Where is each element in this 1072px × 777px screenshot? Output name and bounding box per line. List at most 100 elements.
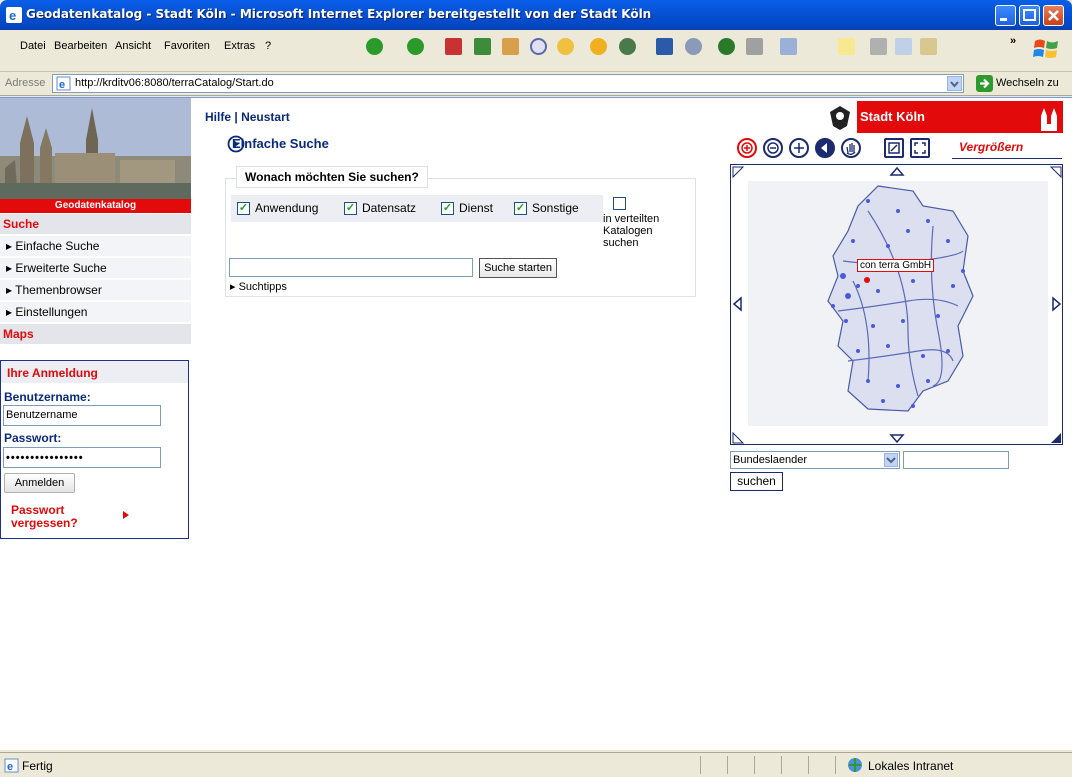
forgot-line-2: vergessen? [11,516,78,530]
pan-center-icon[interactable] [789,138,809,158]
login-header: Ihre Anmeldung [1,361,188,383]
catalog-banner: Geodatenkatalog [0,199,191,213]
cathedral-icon [1041,108,1057,131]
city-brand: Stadt Köln [860,109,925,124]
go-button[interactable]: Wechseln zu [974,74,1070,94]
refresh-icon[interactable] [474,38,491,55]
zoom-in-icon[interactable] [737,138,757,158]
region-select[interactable]: Bundeslaender [730,451,900,469]
menu-datei[interactable]: Datei [20,40,46,52]
printer-icon[interactable] [746,38,763,55]
label-sonstige: Sonstige [532,201,579,215]
map-search-button[interactable]: suchen [730,472,783,491]
address-label: Adresse [5,77,46,89]
menu-extras[interactable]: Extras [224,40,255,52]
region-dropdown-icon[interactable] [884,453,898,467]
checkbox-datensatz[interactable]: ✓ [344,202,357,215]
media-icon[interactable] [656,38,673,55]
map-germany [748,181,1048,426]
hand-pan-icon[interactable] [841,138,861,158]
svg-text:e: e [9,8,16,23]
page-title: Einfache Suche [232,136,329,151]
type-filter-strip: ✓ Anwendung ✓ Datensatz ✓ Dienst ✓ Sonst… [231,195,603,222]
region-select-value: Bundeslaender [733,454,808,466]
checkbox-anwendung[interactable]: ✓ [237,202,250,215]
toolbar-overflow-icon[interactable]: » [1010,35,1016,47]
search-input[interactable] [229,258,473,277]
fullscreen-icon[interactable] [910,138,930,158]
login-button[interactable]: Anmelden [4,473,75,493]
distributed-line-1: in verteilten [603,213,660,225]
nav-settings[interactable]: ▸ Einstellungen [0,302,191,323]
search-tips-link[interactable]: ▸ Suchtipps [230,280,287,293]
help-link[interactable]: Hilfe [205,110,231,124]
status-separator [727,756,728,774]
windows-logo-icon [1033,39,1058,58]
nav-search-header[interactable]: Suche [0,214,191,235]
search-icon[interactable] [530,38,547,55]
forgot-password-link[interactable]: Passwort vergessen? [11,504,78,530]
region-search-input[interactable] [903,451,1009,469]
security-zone: Lokales Intranet [868,759,954,773]
help-links: Hilfe | Neustart [205,110,290,124]
minimize-button[interactable] [995,5,1016,26]
city-brand-bar: Stadt Köln [857,101,1063,133]
menu-toolbar: Datei Bearbeiten Ansicht Favoriten Extra… [0,30,1072,72]
copy-icon[interactable] [895,38,912,55]
search-question: Wonach möchten Sie suchen? [236,166,428,188]
menu-ansicht[interactable]: Ansicht [115,40,151,52]
login-panel: Ihre Anmeldung Benutzername: Benutzernam… [0,360,189,539]
map-location-label: con terra GmbH [857,259,935,272]
page-status-icon: e [4,758,19,773]
checkbox-distributed[interactable] [613,197,626,210]
distributed-line-3: suchen [603,237,639,249]
back-icon[interactable] [366,38,383,55]
word-icon[interactable] [780,38,797,55]
close-button[interactable] [1043,5,1064,26]
note-icon[interactable] [838,38,855,55]
checkbox-dienst[interactable]: ✓ [441,202,454,215]
page-icon: e [56,76,71,91]
cut-icon[interactable] [870,38,887,55]
link-separator: | [234,110,238,124]
menu-bearbeiten[interactable]: Bearbeiten [54,40,107,52]
nav-simple-search[interactable]: ▸ Einfache Suche [0,236,191,257]
label-anwendung: Anwendung [255,201,319,215]
nav-theme-browser[interactable]: ▸ Themenbrowser [0,280,191,301]
password-input[interactable]: •••••••••••••••• [3,447,161,468]
distributed-label: in verteilten Katalogen suchen [603,213,659,249]
maximize-button[interactable] [1019,5,1040,26]
back-map-icon[interactable] [815,138,835,158]
checkbox-sonstige[interactable]: ✓ [514,202,527,215]
forward-icon[interactable] [407,38,424,55]
menu-help[interactable]: ? [265,40,271,52]
ie-window-icon: e [6,7,22,23]
address-input[interactable]: e http://krditv06:8080/terraCatalog/Star… [52,74,964,93]
home-icon[interactable] [502,38,519,55]
coat-of-arms-icon [823,102,857,132]
address-bar: Adresse e http://krditv06:8080/terraCata… [0,72,1072,96]
map-frame: con terra GmbH [730,164,1063,445]
favorites-icon[interactable] [557,38,574,55]
full-extent-icon[interactable] [884,138,904,158]
mail-icon[interactable] [685,38,702,55]
star-icon[interactable] [590,38,607,55]
username-input[interactable]: Benutzername [3,405,161,426]
map-mode-label: Vergrößern [959,140,1024,154]
status-bar: e Fertig Lokales Intranet [0,752,1072,777]
status-separator [781,756,782,774]
zoom-out-icon[interactable] [763,138,783,158]
address-dropdown-icon[interactable] [947,76,962,91]
status-separator [700,756,701,774]
nav-maps-header[interactable]: Maps [0,324,191,345]
restart-link[interactable]: Neustart [241,110,290,124]
search-start-button[interactable]: Suche starten [479,258,557,278]
print-icon[interactable] [718,38,735,55]
svg-text:e: e [59,79,65,91]
paste-icon[interactable] [920,38,937,55]
history-icon[interactable] [619,38,636,55]
mode-underline [952,158,1062,159]
stop-icon[interactable] [445,38,462,55]
menu-favoriten[interactable]: Favoriten [164,40,210,52]
nav-advanced-search[interactable]: ▸ Erweiterte Suche [0,258,191,279]
